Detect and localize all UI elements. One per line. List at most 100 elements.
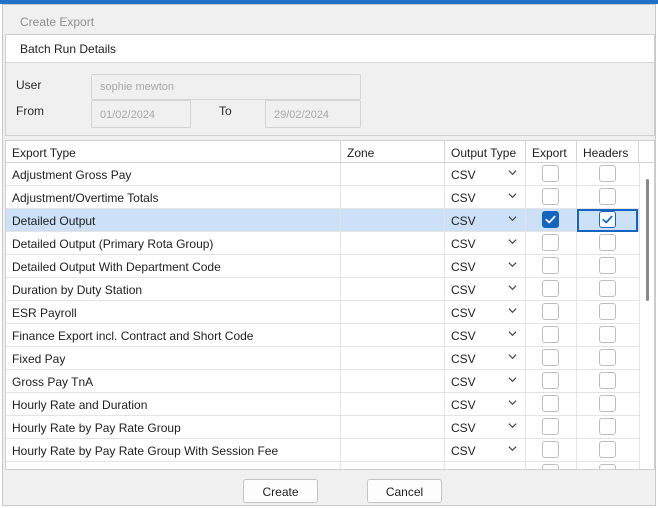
output-type-dropdown[interactable]: CSV: [445, 255, 526, 277]
headers-cell: [577, 416, 640, 438]
output-type-dropdown[interactable]: CSV: [445, 439, 526, 461]
table-row[interactable]: Adjustment/Overtime Totals CSV: [6, 186, 640, 209]
table-row[interactable]: Fixed Pay CSV: [6, 347, 640, 370]
export-checkbox[interactable]: [542, 349, 559, 366]
headers-checkbox[interactable]: [599, 349, 616, 366]
column-header-zone[interactable]: Zone: [341, 141, 445, 162]
export-cell: [526, 232, 577, 254]
export-checkbox[interactable]: [542, 211, 559, 228]
table-row[interactable]: ESR Payroll CSV: [6, 301, 640, 324]
export-type-cell: Hourly Rate by Pay Rate Group With Sessi…: [6, 462, 341, 469]
export-type-cell: Gross Pay TnA: [6, 370, 341, 392]
zone-cell[interactable]: [341, 439, 445, 461]
headers-cell: [577, 439, 640, 461]
output-type-dropdown[interactable]: CSV: [445, 393, 526, 415]
output-type-dropdown[interactable]: CSV: [445, 416, 526, 438]
column-header-output-type[interactable]: Output Type: [445, 141, 526, 162]
headers-checkbox[interactable]: [599, 303, 616, 320]
output-type-dropdown[interactable]: CSV: [445, 301, 526, 323]
zone-cell[interactable]: [341, 347, 445, 369]
from-date-field[interactable]: 01/02/2024: [91, 100, 191, 128]
export-checkbox[interactable]: [542, 280, 559, 297]
table-row[interactable]: Gross Pay TnA CSV: [6, 370, 640, 393]
output-type-dropdown[interactable]: CSV: [445, 370, 526, 392]
output-type-dropdown[interactable]: CSV: [445, 324, 526, 346]
user-field[interactable]: sophie mewton: [91, 74, 361, 100]
export-checkbox[interactable]: [542, 395, 559, 412]
table-row[interactable]: Hourly Rate by Pay Rate Group With Sessi…: [6, 439, 640, 462]
export-checkbox[interactable]: [542, 234, 559, 251]
headers-checkbox[interactable]: [599, 326, 616, 343]
headers-checkbox[interactable]: [599, 165, 616, 182]
table-row[interactable]: Detailed Output With Department Code CSV: [6, 255, 640, 278]
export-checkbox[interactable]: [542, 372, 559, 389]
export-cell: [526, 462, 577, 469]
headers-cell: [577, 232, 640, 254]
column-header-export[interactable]: Export: [526, 141, 577, 162]
export-checkbox[interactable]: [542, 165, 559, 182]
column-header-export-type[interactable]: Export Type: [6, 141, 341, 162]
export-checkbox[interactable]: [542, 441, 559, 458]
export-checkbox[interactable]: [542, 257, 559, 274]
headers-checkbox[interactable]: [599, 234, 616, 251]
table-row[interactable]: Duration by Duty Station CSV: [6, 278, 640, 301]
table-row[interactable]: Hourly Rate and Duration CSV: [6, 393, 640, 416]
chevron-down-icon: [508, 354, 517, 360]
headers-checkbox[interactable]: [599, 280, 616, 297]
export-checkbox[interactable]: [542, 326, 559, 343]
chevron-down-icon: [508, 285, 517, 291]
headers-checkbox[interactable]: [599, 188, 616, 205]
export-type-cell: Detailed Output: [6, 209, 341, 231]
output-type-value: CSV: [451, 444, 476, 458]
zone-cell[interactable]: [341, 416, 445, 438]
create-button[interactable]: Create: [243, 479, 318, 503]
headers-checkbox[interactable]: [599, 395, 616, 412]
cancel-button[interactable]: Cancel: [367, 479, 442, 503]
zone-cell[interactable]: [341, 232, 445, 254]
zone-cell[interactable]: [341, 186, 445, 208]
zone-cell[interactable]: [341, 370, 445, 392]
table-row[interactable]: Adjustment Gross Pay CSV: [6, 163, 640, 186]
headers-checkbox[interactable]: [599, 418, 616, 435]
output-type-dropdown[interactable]: CSV: [445, 347, 526, 369]
column-header-headers[interactable]: Headers: [577, 141, 639, 162]
output-type-dropdown[interactable]: CSV: [445, 462, 526, 469]
table-row[interactable]: Hourly Rate by Pay Rate Group CSV: [6, 416, 640, 439]
zone-cell[interactable]: [341, 209, 445, 231]
table-row[interactable]: Hourly Rate by Pay Rate Group With Sessi…: [6, 462, 640, 469]
headers-checkbox[interactable]: [599, 257, 616, 274]
zone-cell[interactable]: [341, 255, 445, 277]
zone-cell[interactable]: [341, 324, 445, 346]
table-row[interactable]: Finance Export incl. Contract and Short …: [6, 324, 640, 347]
export-checkbox[interactable]: [542, 188, 559, 205]
table-row[interactable]: Detailed Output CSV: [6, 209, 640, 232]
export-checkbox[interactable]: [542, 418, 559, 435]
headers-checkbox[interactable]: [599, 372, 616, 389]
export-type-cell: Hourly Rate and Duration: [6, 393, 341, 415]
output-type-dropdown[interactable]: CSV: [445, 232, 526, 254]
output-type-dropdown[interactable]: CSV: [445, 209, 526, 231]
zone-cell[interactable]: [341, 393, 445, 415]
output-type-dropdown[interactable]: CSV: [445, 186, 526, 208]
grid-scrollbar-thumb[interactable]: [646, 179, 649, 301]
to-date-field[interactable]: 29/02/2024: [265, 100, 361, 128]
export-cell: [526, 163, 577, 185]
headers-checkbox[interactable]: [599, 464, 616, 469]
output-type-value: CSV: [451, 237, 476, 251]
zone-cell[interactable]: [341, 301, 445, 323]
output-type-value: CSV: [451, 260, 476, 274]
zone-cell[interactable]: [341, 278, 445, 300]
grid-scrollbar[interactable]: [642, 163, 654, 469]
focused-cell-outline: [577, 209, 638, 232]
grid-header-row: Export Type Zone Output Type Export Head…: [6, 141, 654, 163]
headers-checkbox[interactable]: [599, 441, 616, 458]
zone-cell[interactable]: [341, 462, 445, 469]
table-row[interactable]: Detailed Output (Primary Rota Group) CSV: [6, 232, 640, 255]
export-type-cell: Fixed Pay: [6, 347, 341, 369]
output-type-dropdown[interactable]: CSV: [445, 163, 526, 185]
zone-cell[interactable]: [341, 163, 445, 185]
export-checkbox[interactable]: [542, 464, 559, 469]
chevron-down-icon: [508, 446, 517, 452]
output-type-dropdown[interactable]: CSV: [445, 278, 526, 300]
export-checkbox[interactable]: [542, 303, 559, 320]
